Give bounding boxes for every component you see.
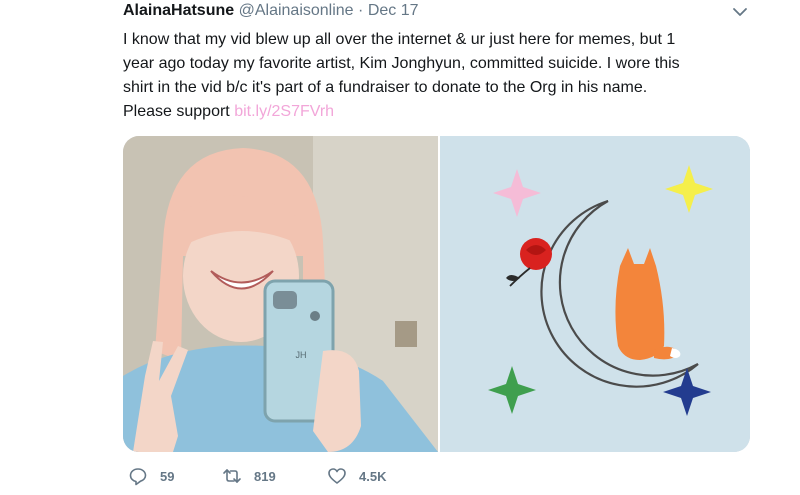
tweet-text-line: I know that my vid blew up all over the … xyxy=(123,31,676,48)
tweet-text: I know that my vid blew up all over the … xyxy=(123,28,763,124)
tweet-text-line: shirt in the vid b/c it's part of a fund… xyxy=(123,79,648,96)
tweet-text-line: year ago today my favorite artist, Kim J… xyxy=(123,55,680,72)
svg-text:JH: JH xyxy=(296,350,307,360)
retweet-icon xyxy=(223,469,241,483)
selfie-photo[interactable]: JH xyxy=(123,136,438,452)
like-count: 4.5K xyxy=(359,468,387,484)
like-icon xyxy=(328,468,346,484)
author-handle[interactable]: @Alainaisonline xyxy=(239,2,354,19)
like-button[interactable]: 4.5K xyxy=(327,466,386,486)
tweet-date[interactable]: Dec 17 xyxy=(368,2,419,19)
chevron-down-icon[interactable] xyxy=(732,6,748,18)
reply-icon xyxy=(129,468,147,486)
tweet-text-line: Please support xyxy=(123,103,235,120)
author-name[interactable]: AlainaHatsune xyxy=(123,2,234,19)
fox-moon-illustration[interactable] xyxy=(440,136,750,452)
retweet-count: 819 xyxy=(254,468,276,484)
retweet-button[interactable]: 819 xyxy=(222,466,276,486)
tweet-link[interactable]: bit.ly/2S7FVrh xyxy=(234,103,334,120)
reply-count: 59 xyxy=(160,468,175,484)
reply-button[interactable]: 59 xyxy=(128,466,174,486)
tweet-header: AlainaHatsune @Alainaisonline · Dec 17 xyxy=(123,2,419,20)
media-grid: JH xyxy=(123,136,750,452)
separator: · xyxy=(358,2,364,19)
